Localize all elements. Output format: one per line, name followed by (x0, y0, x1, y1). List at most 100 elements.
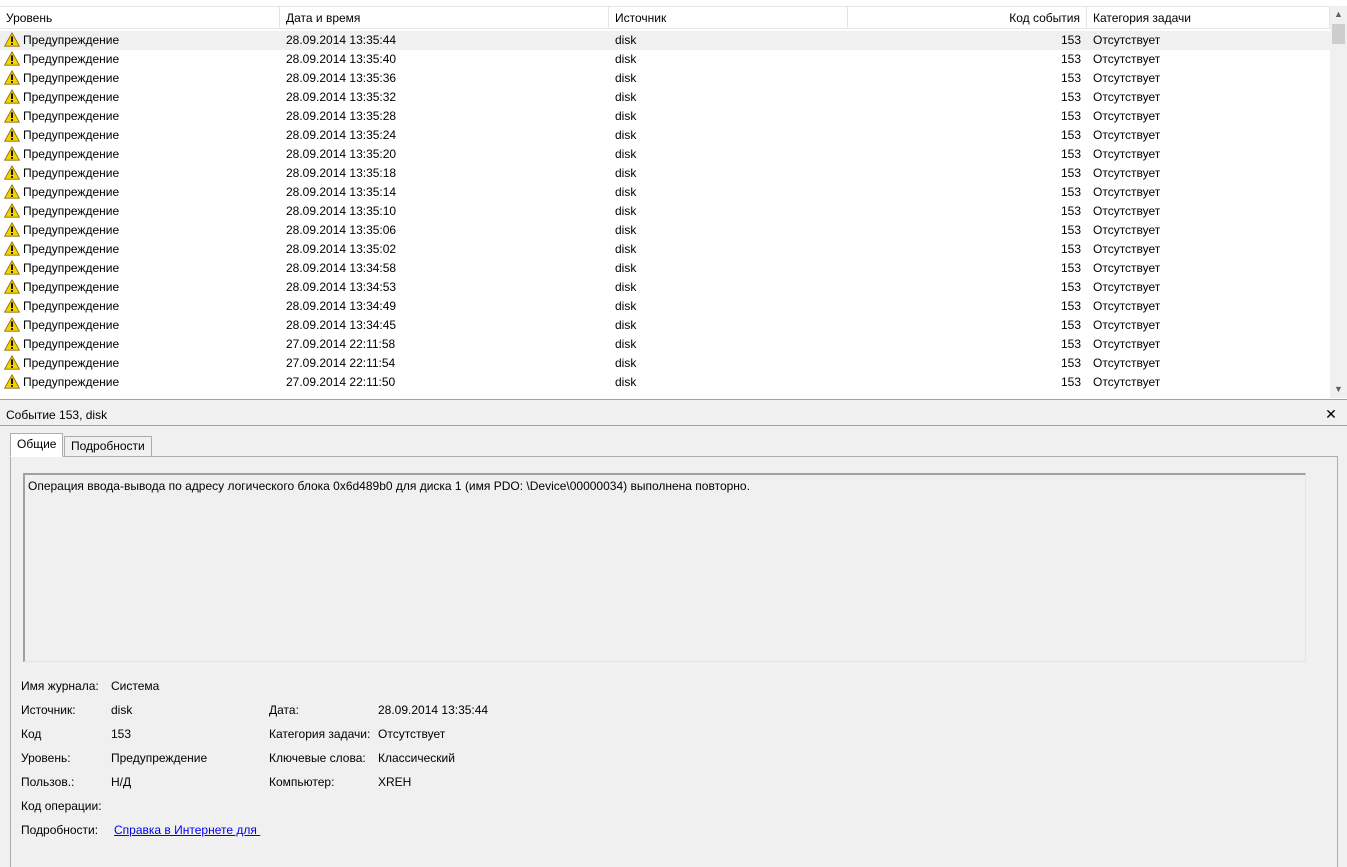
table-row[interactable]: Предупреждение 28.09.2014 13:34:58 disk 153… (0, 259, 1330, 278)
close-icon[interactable]: ✕ (1323, 406, 1339, 422)
code-label: Код (21, 727, 42, 741)
cell-event-code: 153 (1060, 204, 1081, 218)
table-row[interactable]: Предупреждение 28.09.2014 13:34:45 disk 153… (0, 316, 1330, 335)
code-value: 153 (111, 727, 132, 741)
cell-date: 27.09.2014 22:11:54 (286, 356, 396, 370)
warning-icon (4, 279, 20, 294)
table-row[interactable]: Предупреждение 28.09.2014 13:35:18 disk 153… (0, 164, 1330, 183)
cell-event-code: 153 (1060, 261, 1081, 275)
column-header-source[interactable]: Источник (609, 7, 848, 29)
cell-category: Отсутствует (1093, 33, 1161, 47)
column-header-level[interactable]: Уровень (0, 7, 280, 29)
cell-source: disk (615, 185, 637, 199)
warning-icon (4, 184, 20, 199)
table-row[interactable]: Предупреждение 28.09.2014 13:35:02 disk 153… (0, 240, 1330, 259)
table-row[interactable]: Предупреждение 28.09.2014 13:35:32 disk 153… (0, 88, 1330, 107)
keywords-value: Классический (378, 751, 455, 765)
category-label: Категория задачи: (269, 727, 371, 741)
cell-level: Предупреждение (0, 145, 280, 164)
cell-level-text: Предупреждение (23, 242, 120, 256)
cell-level-text: Предупреждение (23, 375, 120, 389)
cell-source: disk (615, 128, 637, 142)
event-rows: Предупреждение 28.09.2014 13:35:44 disk 153… (0, 31, 1330, 398)
event-description[interactable]: Операция ввода-вывода по адресу логическ… (23, 473, 1306, 662)
cell-category: Отсутствует (1093, 242, 1161, 256)
keywords-label: Ключевые слова: (269, 751, 366, 765)
table-row[interactable]: Предупреждение 28.09.2014 13:35:06 disk 153… (0, 221, 1330, 240)
cell-level-text: Предупреждение (23, 185, 120, 199)
cell-level: Предупреждение (0, 335, 280, 354)
table-row[interactable]: Предупреждение 28.09.2014 13:35:36 disk 153… (0, 69, 1330, 88)
cell-level: Предупреждение (0, 259, 280, 278)
table-row[interactable]: Предупреждение 28.09.2014 13:35:14 disk 153… (0, 183, 1330, 202)
user-label: Пользов.: (21, 775, 75, 789)
scroll-up-icon[interactable]: ▲ (1330, 6, 1347, 23)
cell-category: Отсутствует (1093, 71, 1161, 85)
level-label: Уровень: (21, 751, 71, 765)
warning-icon (4, 241, 20, 256)
cell-level-text: Предупреждение (23, 280, 120, 294)
cell-category: Отсутствует (1093, 375, 1161, 389)
table-row[interactable]: Предупреждение 27.09.2014 22:11:58 disk 153… (0, 335, 1330, 354)
cell-level-text: Предупреждение (23, 166, 120, 180)
table-row[interactable]: Предупреждение 28.09.2014 13:35:40 disk 153… (0, 50, 1330, 69)
table-row[interactable]: Предупреждение 28.09.2014 13:35:44 disk 153… (0, 31, 1330, 50)
details-label: Подробности: (21, 823, 99, 837)
cell-category: Отсутствует (1093, 52, 1161, 66)
cell-event-code: 153 (1060, 90, 1081, 104)
cell-source: disk (615, 261, 637, 275)
cell-date: 28.09.2014 13:35:24 (286, 128, 397, 142)
cell-category: Отсутствует (1093, 166, 1161, 180)
cell-level: Предупреждение (0, 297, 280, 316)
warning-icon (4, 70, 20, 85)
cell-event-code: 153 (1060, 33, 1081, 47)
table-row[interactable]: Предупреждение 28.09.2014 13:35:24 disk 153… (0, 126, 1330, 145)
warning-icon (4, 336, 20, 351)
column-header-category[interactable]: Категория задачи (1087, 7, 1330, 29)
level-value: Предупреждение (111, 751, 208, 765)
table-row[interactable]: Предупреждение 28.09.2014 13:34:49 disk 153… (0, 297, 1330, 316)
list-scrollbar[interactable]: ▲ ▼ (1330, 6, 1347, 398)
detail-scrollbar[interactable] (1338, 426, 1347, 867)
cell-level-text: Предупреждение (23, 318, 120, 332)
cell-level: Предупреждение (0, 354, 280, 373)
warning-icon (4, 108, 20, 123)
cell-date: 28.09.2014 13:35:32 (286, 90, 397, 104)
cell-level: Предупреждение (0, 126, 280, 145)
table-row[interactable]: Предупреждение 27.09.2014 22:11:50 disk 153… (0, 373, 1330, 392)
table-row[interactable]: Предупреждение 28.09.2014 13:34:53 disk 153… (0, 278, 1330, 297)
tab-details[interactable]: Подробности (64, 436, 152, 457)
column-header-event-code[interactable]: Код события (848, 7, 1087, 29)
cell-level: Предупреждение (0, 183, 280, 202)
column-header-date[interactable]: Дата и время (280, 7, 609, 29)
table-row[interactable]: Предупреждение 28.09.2014 13:35:20 disk 153… (0, 145, 1330, 164)
cell-level: Предупреждение (0, 88, 280, 107)
cell-level-text: Предупреждение (23, 109, 120, 123)
cell-level: Предупреждение (0, 50, 280, 69)
cell-date: 28.09.2014 13:34:58 (286, 261, 397, 275)
cell-event-code: 153 (1060, 375, 1081, 389)
cell-level-text: Предупреждение (23, 223, 120, 237)
cell-source: disk (615, 109, 637, 123)
scrollbar-thumb[interactable] (1332, 24, 1345, 44)
cell-level: Предупреждение (0, 278, 280, 297)
cell-source: disk (615, 166, 637, 180)
date-label: Дата: (269, 703, 299, 717)
cell-source: disk (615, 375, 637, 389)
table-row[interactable]: Предупреждение 28.09.2014 13:35:28 disk 153… (0, 107, 1330, 126)
scroll-down-icon[interactable]: ▼ (1330, 381, 1347, 398)
cell-level: Предупреждение (0, 316, 280, 335)
cell-level-text: Предупреждение (23, 33, 120, 47)
cell-level-text: Предупреждение (23, 204, 120, 218)
online-help-link[interactable]: Справка в Интернете для (114, 822, 260, 838)
cell-source: disk (615, 90, 637, 104)
table-row[interactable]: Предупреждение 28.09.2014 13:35:10 disk 153… (0, 202, 1330, 221)
tab-general[interactable]: Общие (10, 433, 64, 457)
source-value: disk (111, 703, 133, 717)
table-row[interactable]: Предупреждение 27.09.2014 22:11:54 disk 153… (0, 354, 1330, 373)
cell-event-code: 153 (1060, 166, 1081, 180)
warning-icon (4, 146, 20, 161)
cell-date: 28.09.2014 13:35:20 (286, 147, 397, 161)
cell-date: 28.09.2014 13:35:44 (286, 33, 397, 47)
cell-date: 28.09.2014 13:35:02 (286, 242, 397, 256)
